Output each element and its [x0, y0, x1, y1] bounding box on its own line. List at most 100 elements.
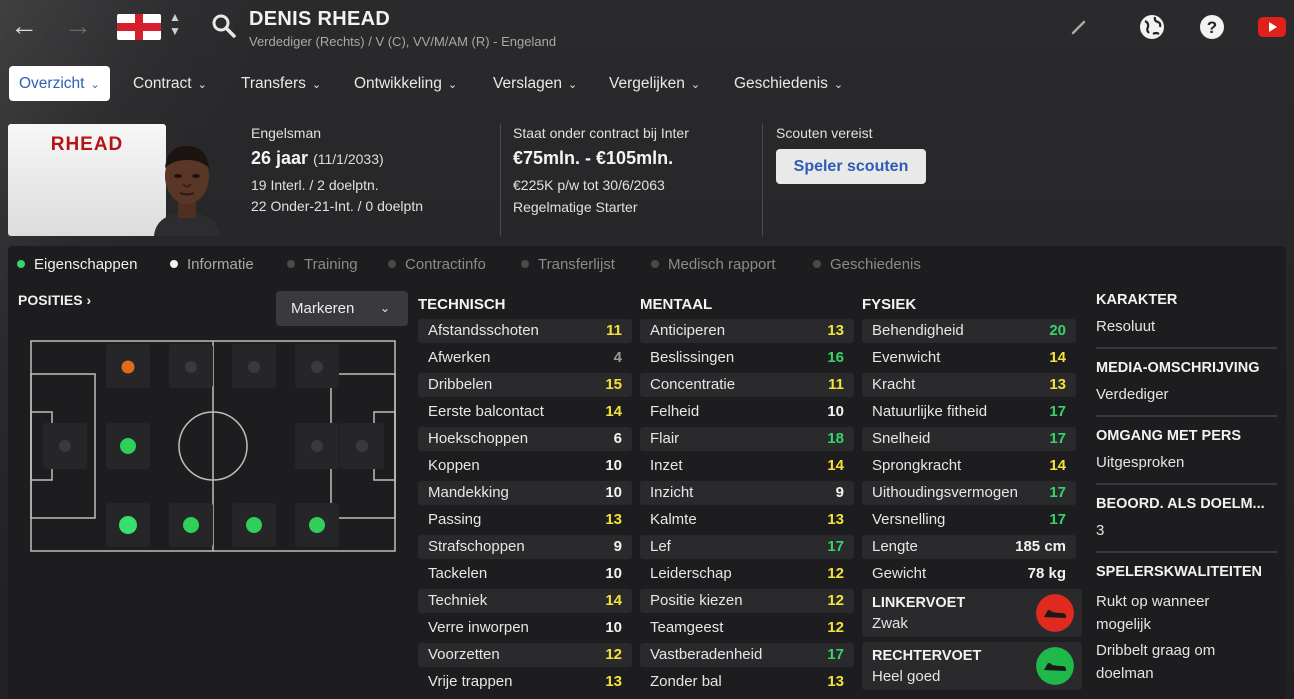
- qualities-title: SPELERSKWALITEITEN: [1096, 564, 1262, 580]
- svg-text:?: ?: [1207, 18, 1217, 37]
- header: ← → ▲ ▼ DENIS RHEAD Verdediger (Rechts) /…: [0, 0, 1294, 60]
- attribute-row[interactable]: Behendigheid 20: [862, 319, 1076, 343]
- attribute-value: 78 kg: [1027, 565, 1066, 582]
- attribute-name: Inzicht: [650, 484, 694, 501]
- attribute-row[interactable]: Koppen 10: [418, 454, 632, 478]
- attribute-name: Tackelen: [428, 565, 488, 582]
- youtube-icon[interactable]: [1258, 17, 1286, 37]
- subtab-contractinfo[interactable]: Contractinfo: [388, 254, 486, 276]
- back-arrow-icon[interactable]: ←: [8, 10, 40, 42]
- attribute-row[interactable]: Beslissingen 16: [640, 346, 854, 370]
- media-title: MEDIA-OMSCHRIJVING: [1096, 360, 1260, 376]
- attribute-row[interactable]: Inzet 14: [640, 454, 854, 478]
- attribute-value: 16: [827, 349, 844, 366]
- attribute-name: Afwerken: [428, 349, 491, 366]
- attribute-row[interactable]: Teamgeest 12: [640, 616, 854, 640]
- attribute-name: Kalmte: [650, 511, 697, 528]
- attribute-row[interactable]: Natuurlijke fitheid 17: [862, 400, 1076, 424]
- attribute-value: 13: [827, 673, 844, 690]
- left-foot-value: Zwak: [872, 615, 908, 632]
- right-foot-title: RECHTERVOET: [872, 648, 982, 664]
- pers-value: Uitgesproken: [1096, 454, 1185, 471]
- forward-arrow-icon[interactable]: →: [62, 10, 94, 42]
- attribute-row[interactable]: Vastberadenheid 17: [640, 643, 854, 667]
- attribute-row[interactable]: Versnelling 17: [862, 508, 1076, 532]
- attribute-row[interactable]: Inzicht 9: [640, 481, 854, 505]
- attribute-row[interactable]: Lef 17: [640, 535, 854, 559]
- attribute-row[interactable]: Snelheid 17: [862, 427, 1076, 451]
- menu-ontwikkeling[interactable]: Ontwikkeling ⌄: [344, 66, 467, 101]
- attribute-value: 13: [605, 511, 622, 528]
- edit-pencil-icon[interactable]: [1066, 14, 1092, 40]
- attribute-value: 14: [605, 592, 622, 609]
- divider: [1096, 483, 1277, 485]
- attribute-row[interactable]: Mandekking 10: [418, 481, 632, 505]
- attribute-row[interactable]: Felheid 10: [640, 400, 854, 424]
- attribute-row[interactable]: Anticiperen 13: [640, 319, 854, 343]
- markeren-dropdown[interactable]: Markeren ⌄: [276, 291, 408, 326]
- attribute-row[interactable]: Voorzetten 12: [418, 643, 632, 667]
- menu-verslagen[interactable]: Verslagen ⌄: [483, 66, 587, 101]
- menu-transfers[interactable]: Transfers ⌄: [231, 66, 331, 101]
- subtab-informatie[interactable]: Informatie: [170, 254, 254, 276]
- attribute-row[interactable]: Dribbelen 15: [418, 373, 632, 397]
- search-icon[interactable]: [211, 13, 237, 39]
- menu-contract[interactable]: Contract ⌄: [123, 66, 217, 101]
- attribute-row[interactable]: Eerste balcontact 14: [418, 400, 632, 424]
- attribute-row[interactable]: Hoekschoppen 6: [418, 427, 632, 451]
- england-flag-icon[interactable]: [117, 14, 161, 40]
- divider: [1096, 415, 1277, 417]
- globe-icon[interactable]: [1139, 14, 1165, 40]
- attribute-row[interactable]: Uithoudingsvermogen 17: [862, 481, 1076, 505]
- menu-geschiedenis[interactable]: Geschiedenis ⌄: [724, 66, 853, 101]
- attribute-row[interactable]: Techniek 14: [418, 589, 632, 613]
- attribute-row[interactable]: Verre inworpen 10: [418, 616, 632, 640]
- attribute-row[interactable]: Gewicht 78 kg: [862, 562, 1076, 586]
- player-name: DENIS RHEAD: [249, 8, 391, 30]
- subtab-medisch-rapport[interactable]: Medisch rapport: [651, 254, 776, 276]
- attribute-value: 14: [605, 403, 622, 420]
- subtab-transferlijst[interactable]: Transferlijst: [521, 254, 615, 276]
- attribute-row[interactable]: Sprongkracht 14: [862, 454, 1076, 478]
- help-icon[interactable]: ?: [1199, 14, 1225, 40]
- attribute-row[interactable]: Concentratie 11: [640, 373, 854, 397]
- subtab-eigenschappen[interactable]: Eigenschappen: [17, 254, 137, 276]
- attribute-row[interactable]: Flair 18: [640, 427, 854, 451]
- player-face-image: [154, 146, 220, 236]
- attribute-name: Sprongkracht: [872, 457, 962, 474]
- attribute-row[interactable]: Kracht 13: [862, 373, 1076, 397]
- attribute-row[interactable]: Leiderschap 12: [640, 562, 854, 586]
- scout-player-button[interactable]: Speler scouten: [776, 149, 926, 184]
- attribute-row[interactable]: Passing 13: [418, 508, 632, 532]
- attribute-row[interactable]: Vrije trappen 13: [418, 670, 632, 694]
- attribute-value: 14: [1049, 457, 1066, 474]
- attribute-value: 11: [828, 376, 844, 393]
- dot-icon: [521, 260, 529, 268]
- attribute-row[interactable]: Kalmte 13: [640, 508, 854, 532]
- attribute-value: 9: [835, 484, 844, 501]
- attribute-row[interactable]: Strafschoppen 9: [418, 535, 632, 559]
- attribute-row[interactable]: Afstandsschoten 11: [418, 319, 632, 343]
- karakter-title: KARAKTER: [1096, 292, 1178, 308]
- menu-overzicht[interactable]: Overzicht ⌄: [9, 66, 110, 101]
- attribute-value: 12: [605, 646, 622, 663]
- scout-required-label: Scouten vereist: [776, 125, 873, 141]
- divider: [500, 124, 501, 236]
- subtab-geschiedenis[interactable]: Geschiedenis: [813, 254, 921, 276]
- wage: €225K p/w tot 30/6/2063: [513, 177, 665, 193]
- attribute-name: Behendigheid: [872, 322, 964, 339]
- flag-switch-icon[interactable]: ▲ ▼: [166, 10, 184, 38]
- attribute-row[interactable]: Positie kiezen 12: [640, 589, 854, 613]
- attribute-row[interactable]: Evenwicht 14: [862, 346, 1076, 370]
- menu-vergelijken[interactable]: Vergelijken ⌄: [599, 66, 710, 101]
- subtab-training[interactable]: Training: [287, 254, 358, 276]
- attribute-row[interactable]: Afwerken 4: [418, 346, 632, 370]
- attribute-row[interactable]: Zonder bal 13: [640, 670, 854, 694]
- keeper-rating-title: BEOORD. ALS DOELM...: [1096, 496, 1265, 512]
- attribute-value: 12: [827, 592, 844, 609]
- positions-link[interactable]: POSITIES ›: [18, 292, 91, 308]
- attribute-value: 10: [827, 403, 844, 420]
- attribute-value: 12: [827, 619, 844, 636]
- attribute-row[interactable]: Tackelen 10: [418, 562, 632, 586]
- attribute-row[interactable]: Lengte 185 cm: [862, 535, 1076, 559]
